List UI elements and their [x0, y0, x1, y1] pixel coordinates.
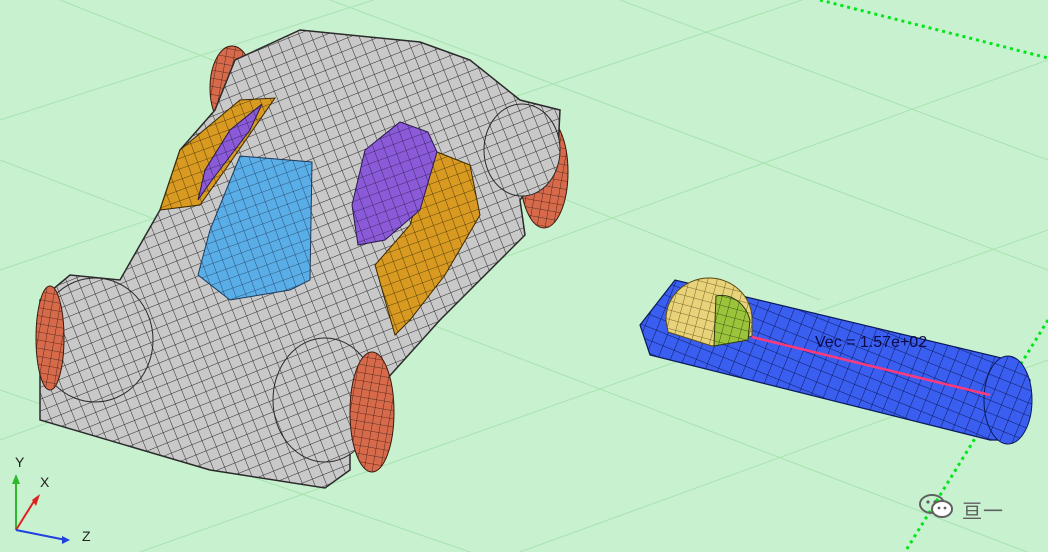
- watermark: 亘一: [918, 492, 1018, 523]
- watermark-text: 亘一: [962, 499, 1004, 523]
- axis-x-label: X: [40, 474, 50, 490]
- axis-triad: Y X Z: [10, 450, 100, 550]
- wheel-front-right: [349, 351, 395, 473]
- axis-z-label: Z: [82, 528, 91, 544]
- car-model[interactable]: [35, 29, 569, 489]
- tube-end-cap: [983, 355, 1033, 445]
- graphics-viewport[interactable]: Vec = 1.57e+02 Y X Z 亘一: [0, 0, 1048, 552]
- model-scene[interactable]: [0, 0, 1048, 552]
- wechat-icon: [919, 494, 953, 518]
- impactor-model[interactable]: [639, 277, 1033, 445]
- domain-boundary: [819, 0, 1048, 552]
- wheel-housing-rear-right: [483, 103, 561, 197]
- axis-y-label: Y: [15, 454, 25, 470]
- wheel-front-left: [35, 285, 65, 391]
